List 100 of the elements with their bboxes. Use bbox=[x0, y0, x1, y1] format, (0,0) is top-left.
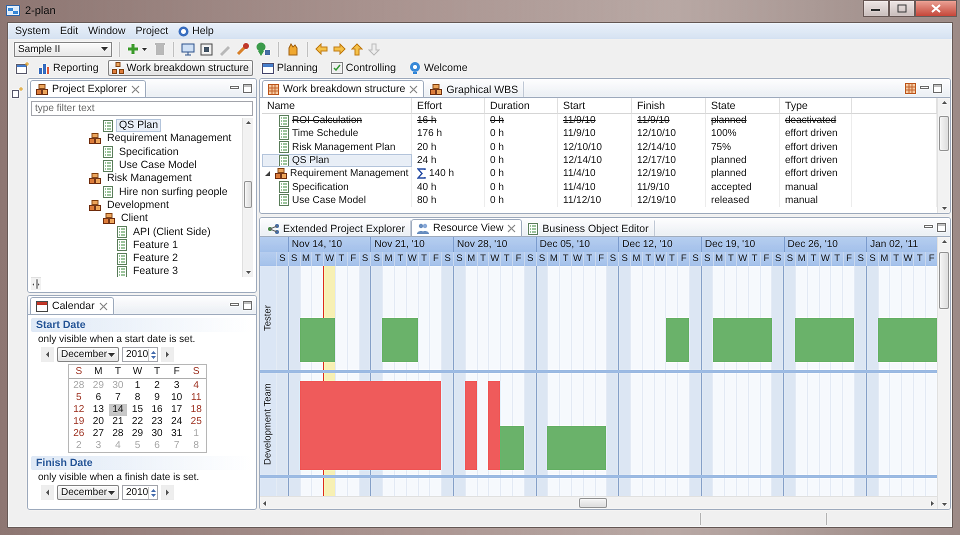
minimize-button[interactable] bbox=[863, 0, 889, 17]
maximize-icon[interactable] bbox=[897, 4, 907, 13]
allocation-bar[interactable] bbox=[464, 381, 477, 470]
tree-item[interactable]: Specification bbox=[116, 146, 182, 159]
right-arrow-icon[interactable] bbox=[333, 43, 346, 55]
view-tab[interactable]: Resource View bbox=[410, 219, 522, 236]
tree-item[interactable]: Feature 1 bbox=[130, 238, 181, 252]
close-icon[interactable] bbox=[130, 84, 140, 94]
expand-arrow-icon[interactable] bbox=[264, 170, 270, 178]
close-button[interactable] bbox=[915, 0, 957, 17]
monitor-icon[interactable] bbox=[181, 42, 195, 56]
tree-item[interactable]: Hire non surfing people bbox=[116, 186, 231, 199]
allocation-bar[interactable] bbox=[488, 381, 500, 470]
maximize-icon[interactable] bbox=[243, 84, 252, 92]
vertical-scrollbar[interactable] bbox=[937, 237, 950, 509]
calendar-day[interactable]: 25 bbox=[187, 416, 205, 428]
view-tab[interactable]: Business Object Editor bbox=[522, 220, 655, 236]
calendar-day[interactable]: 11 bbox=[187, 392, 205, 404]
task-name[interactable]: Specification bbox=[292, 182, 349, 193]
column-header[interactable]: Duration bbox=[485, 98, 558, 113]
menu-item[interactable]: System bbox=[10, 24, 56, 38]
date-picker[interactable]: S M T W T F S 28 29 30 1 2 3 4 5 6 7 8 9 10 11 12 13 14 15 16 17 18 19 20 21 22 23 24 25 26 27 28 29 30 31 1 2 3 4 5 6 7 8 bbox=[68, 364, 207, 453]
spin-up-icon[interactable] bbox=[149, 348, 158, 354]
maximize-icon[interactable] bbox=[937, 222, 946, 232]
tree-item[interactable]: Feature 3 bbox=[130, 265, 181, 277]
calendar-day[interactable]: 17 bbox=[168, 404, 186, 416]
up-arrow-icon[interactable] bbox=[351, 42, 363, 56]
task-name[interactable]: Requirement Management bbox=[290, 168, 408, 180]
calendar-day[interactable]: 2 bbox=[148, 380, 166, 392]
restore-view-icon[interactable] bbox=[12, 87, 23, 98]
scrollbar-thumb[interactable] bbox=[578, 498, 608, 508]
calendar-day[interactable]: 15 bbox=[128, 404, 146, 416]
project-dropdown[interactable]: Sample II bbox=[14, 42, 112, 56]
vertical-scrollbar[interactable] bbox=[937, 98, 950, 213]
perspective-button[interactable]: Work breakdown structure bbox=[108, 60, 253, 76]
tree-item[interactable]: Use Case Model bbox=[116, 159, 200, 172]
calendar-day[interactable]: 30 bbox=[148, 428, 166, 440]
column-header[interactable]: Effort bbox=[412, 98, 485, 113]
previous-month-button[interactable] bbox=[41, 485, 54, 500]
perspective-button[interactable]: Controlling bbox=[326, 60, 400, 76]
vertical-scrollbar[interactable] bbox=[242, 118, 253, 277]
dropdown-arrow-icon[interactable] bbox=[108, 490, 115, 494]
view-tab[interactable]: Calendar bbox=[30, 297, 114, 314]
dropdown-arrow-icon[interactable] bbox=[101, 47, 108, 51]
view-tab[interactable]: Work breakdown structure bbox=[262, 80, 424, 97]
calendar-day[interactable]: 18 bbox=[187, 404, 205, 416]
marker-icon[interactable] bbox=[255, 42, 271, 56]
perspective-button[interactable]: Welcome bbox=[404, 60, 472, 76]
month-dropdown[interactable]: December bbox=[57, 485, 119, 500]
spin-down-icon[interactable] bbox=[149, 492, 158, 498]
maximize-icon[interactable] bbox=[243, 300, 252, 310]
previous-month-button[interactable] bbox=[41, 347, 54, 362]
calendar-day[interactable]: 7 bbox=[109, 392, 127, 404]
scrollbar-thumb[interactable] bbox=[36, 279, 38, 289]
horizontal-scrollbar[interactable] bbox=[260, 496, 937, 509]
calendar-day[interactable]: 19 bbox=[70, 416, 88, 428]
year-spinner[interactable]: 2010 bbox=[122, 347, 158, 362]
calendar-day[interactable]: 9 bbox=[148, 392, 166, 404]
menu-item[interactable]: Window bbox=[83, 24, 130, 38]
maximize-button[interactable] bbox=[889, 0, 915, 17]
right-arrow-icon[interactable] bbox=[165, 489, 170, 496]
filter-field[interactable]: type filter text bbox=[31, 101, 253, 116]
open-perspective-icon[interactable] bbox=[16, 62, 29, 74]
calendar-day[interactable]: 5 bbox=[70, 392, 88, 404]
calendar-day[interactable]: 26 bbox=[70, 428, 88, 440]
column-header[interactable]: Type bbox=[780, 98, 852, 113]
next-month-button[interactable] bbox=[161, 485, 174, 500]
calendar-day[interactable]: 1 bbox=[128, 380, 146, 392]
tree-item[interactable]: Feature 2 bbox=[130, 252, 181, 266]
column-header[interactable]: State bbox=[706, 98, 780, 113]
tree-item[interactable]: Client bbox=[118, 212, 151, 226]
close-icon[interactable] bbox=[409, 84, 418, 94]
calendar-day[interactable]: 16 bbox=[148, 404, 166, 416]
left-arrow-icon[interactable] bbox=[315, 43, 328, 55]
dropdown-arrow-icon[interactable] bbox=[108, 352, 115, 356]
task-name[interactable]: Risk Management Plan bbox=[292, 142, 396, 153]
perspective-button[interactable]: Planning bbox=[258, 60, 322, 76]
left-arrow-icon[interactable] bbox=[45, 489, 50, 496]
view-tab[interactable]: Graphical WBS bbox=[424, 81, 524, 97]
month-dropdown[interactable]: December bbox=[57, 347, 119, 362]
view-tab[interactable]: Extended Project Explorer bbox=[262, 220, 411, 236]
horizontal-scrollbar[interactable] bbox=[31, 277, 41, 290]
tree-item[interactable]: Requirement Management bbox=[104, 132, 234, 146]
tree-item[interactable]: Risk Management bbox=[104, 172, 195, 186]
perspective-button[interactable]: Reporting bbox=[34, 60, 103, 76]
calendar-day[interactable]: 22 bbox=[128, 416, 146, 428]
scrollbar-thumb[interactable] bbox=[939, 116, 949, 151]
calendar-day[interactable]: 20 bbox=[90, 416, 108, 428]
tree-item[interactable]: API (Client Side) bbox=[130, 226, 214, 239]
calendar-day[interactable]: 23 bbox=[148, 416, 166, 428]
calendar-day[interactable]: 6 bbox=[90, 392, 108, 404]
next-month-button[interactable] bbox=[161, 347, 174, 362]
capture-icon[interactable] bbox=[200, 42, 213, 56]
calendar-day[interactable]: 14 bbox=[109, 404, 127, 416]
view-tab[interactable]: Project Explorer bbox=[30, 80, 146, 97]
spin-up-icon[interactable] bbox=[149, 486, 158, 492]
column-header[interactable]: Finish bbox=[632, 98, 706, 113]
left-arrow-icon[interactable] bbox=[45, 351, 50, 358]
tree-item[interactable]: QS Plan bbox=[116, 119, 162, 132]
calendar-day[interactable]: 10 bbox=[168, 392, 186, 404]
